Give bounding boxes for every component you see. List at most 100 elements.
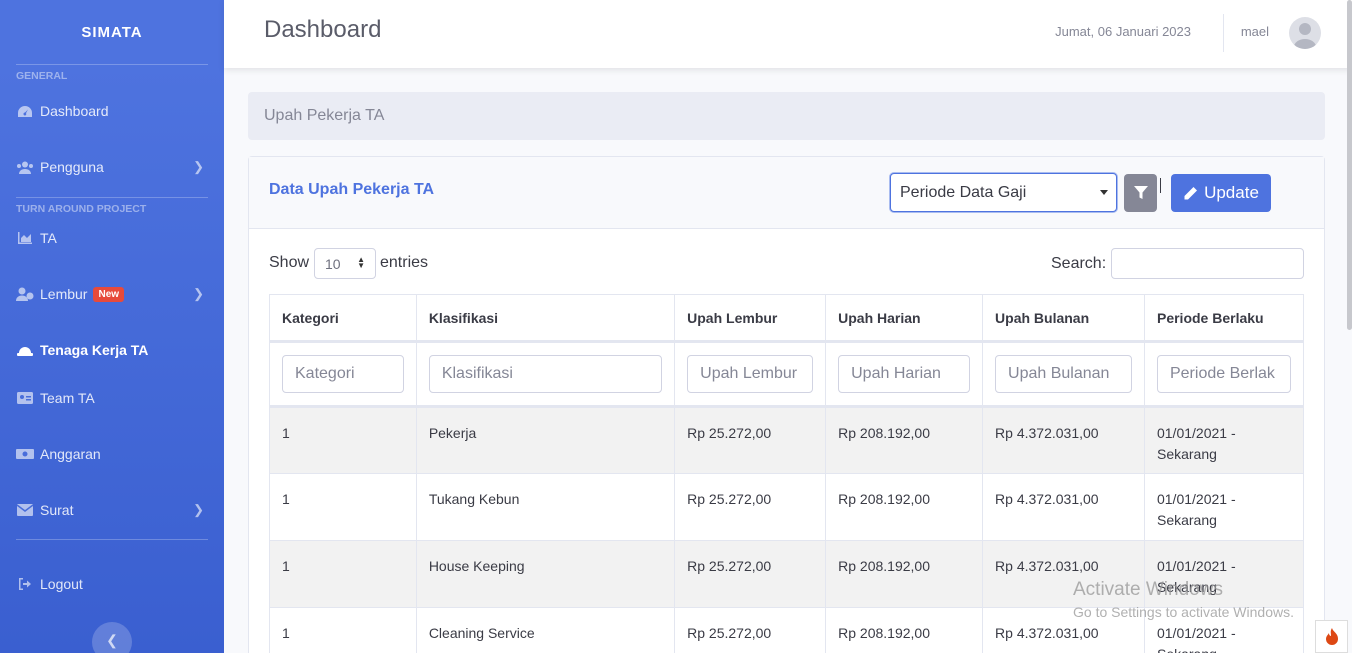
username[interactable]: mael: [1241, 24, 1269, 39]
card-header: Data Upah Pekerja TA Periode Data Gaji U…: [249, 157, 1324, 229]
money-bill-icon: [16, 448, 34, 460]
breadcrumb: Upah Pekerja TA: [248, 92, 1325, 140]
sidebar-item-label: Team TA: [40, 390, 95, 406]
topbar: Dashboard Jumat, 06 Januari 2023 mael: [224, 0, 1352, 68]
cell-upah-lembur: Rp 25.272,00: [674, 406, 827, 474]
sidebar-item-label: Tenaga Kerja TA: [40, 342, 149, 358]
period-select[interactable]: Periode Data Gaji: [890, 173, 1117, 212]
cell-kategori: 1: [269, 473, 417, 541]
table-row: 1 Pekerja Rp 25.272,00 Rp 208.192,00 Rp …: [269, 406, 1305, 474]
cell-upah-bulanan: Rp 4.372.031,00: [982, 406, 1145, 474]
sidebar-item-ta[interactable]: TA: [0, 218, 224, 258]
user-clock-icon: [16, 287, 34, 301]
flame-icon: [1325, 627, 1338, 645]
cell-periode-berlaku: 01/01/2021 - Sekarang: [1143, 406, 1305, 474]
cell-upah-lembur: Rp 25.272,00: [674, 540, 827, 608]
watermark-subtitle: Go to Settings to activate Windows.: [1073, 604, 1294, 620]
sidebar: SIMATA GENERAL Dashboard Pengguna ❯ TURN…: [0, 0, 224, 653]
cell-upah-harian: Rp 208.192,00: [825, 607, 984, 653]
cell-klasifikasi: Cleaning Service: [415, 607, 676, 653]
sidebar-item-surat[interactable]: Surat ❯: [0, 482, 224, 538]
chart-area-icon: [16, 232, 34, 244]
cell-klasifikasi: House Keeping: [415, 540, 676, 608]
sign-out-icon: [16, 578, 34, 590]
column-header-upah-lembur[interactable]: Upah Lembur: [674, 294, 827, 343]
show-label: Show: [269, 254, 310, 271]
table-row: 1 Tukang Kebun Rp 25.272,00 Rp 208.192,0…: [269, 473, 1305, 541]
filter-input-upah-bulanan[interactable]: Upah Bulanan: [995, 355, 1132, 393]
sidebar-item-lembur[interactable]: Lembur New ❯: [0, 258, 224, 330]
column-header-upah-bulanan[interactable]: Upah Bulanan: [982, 294, 1145, 343]
filter-button[interactable]: [1124, 174, 1157, 212]
cell-klasifikasi: Tukang Kebun: [415, 473, 676, 541]
sidebar-item-pengguna[interactable]: Pengguna ❯: [0, 137, 224, 197]
column-header-klasifikasi[interactable]: Klasifikasi: [415, 294, 676, 343]
hard-hat-icon: [16, 344, 34, 356]
cell-periode-berlaku: 01/01/2021 - Sekarang: [1143, 473, 1305, 541]
chevron-right-icon: ❯: [193, 159, 204, 174]
card-title: Data Upah Pekerja TA: [269, 181, 435, 198]
column-header-upah-harian[interactable]: Upah Harian: [825, 294, 984, 343]
filter-cell: Periode Berlak: [1143, 341, 1305, 408]
sidebar-item-team-ta[interactable]: Team TA: [0, 370, 224, 426]
windows-activation-watermark: Activate Windows Go to Settings to activ…: [1073, 579, 1294, 620]
filter-input-kategori[interactable]: Kategori: [282, 355, 404, 393]
filter-input-upah-harian[interactable]: Upah Harian: [838, 355, 971, 393]
sidebar-divider: [16, 539, 208, 540]
filter-input-periode-berlaku[interactable]: Periode Berlak: [1156, 355, 1291, 393]
sidebar-heading-turn-around: TURN AROUND PROJECT: [16, 203, 147, 215]
cell-upah-harian: Rp 208.192,00: [825, 540, 984, 608]
filter-icon: [1133, 186, 1148, 199]
entries-length-value: 10: [325, 256, 341, 272]
cell-upah-harian: Rp 208.192,00: [825, 473, 984, 541]
cell-kategori: 1: [269, 607, 417, 653]
separator-mark: [1160, 178, 1161, 193]
page-title: Dashboard: [264, 16, 382, 43]
filter-cell: Upah Bulanan: [982, 341, 1145, 408]
debug-toolbar-button[interactable]: [1315, 620, 1348, 653]
page-scrollbar[interactable]: [1347, 0, 1352, 330]
sidebar-item-label: Lembur: [40, 286, 88, 302]
filter-cell: Upah Harian: [825, 341, 984, 408]
filter-cell: Kategori: [269, 341, 417, 408]
filter-input-klasifikasi[interactable]: Klasifikasi: [428, 355, 663, 393]
column-header-kategori[interactable]: Kategori: [269, 294, 417, 343]
filter-input-upah-lembur[interactable]: Upah Lembur: [687, 355, 814, 393]
sidebar-item-logout[interactable]: Logout: [0, 564, 224, 604]
users-icon: [16, 161, 34, 174]
new-badge: New: [93, 286, 125, 302]
sidebar-item-label: Dashboard: [40, 103, 109, 119]
entries-length-select[interactable]: 10 ▲ ▼: [314, 248, 376, 279]
brand[interactable]: SIMATA: [0, 0, 224, 64]
envelope-icon: [16, 504, 34, 516]
cell-kategori: 1: [269, 540, 417, 608]
chevron-right-icon: ❯: [193, 286, 204, 301]
topbar-divider: [1223, 14, 1224, 52]
update-button-label: Update: [1204, 183, 1259, 202]
cell-upah-lembur: Rp 25.272,00: [674, 607, 827, 653]
sidebar-divider: [16, 197, 208, 198]
update-button[interactable]: Update: [1171, 174, 1271, 212]
cell-upah-harian: Rp 208.192,00: [825, 406, 984, 474]
cell-upah-lembur: Rp 25.272,00: [674, 473, 827, 541]
watermark-title: Activate Windows: [1073, 579, 1223, 600]
column-header-periode-berlaku[interactable]: Periode Berlaku: [1143, 294, 1305, 343]
cell-upah-bulanan: Rp 4.372.031,00: [982, 473, 1145, 541]
sidebar-divider: [16, 64, 208, 65]
sidebar-heading-general: GENERAL: [16, 70, 68, 82]
search-label: Search:: [1051, 255, 1107, 272]
current-date: Jumat, 06 Januari 2023: [1055, 24, 1191, 39]
caret-down-icon: [1100, 190, 1108, 195]
avatar[interactable]: [1289, 17, 1321, 49]
pencil-icon: [1184, 186, 1198, 199]
entries-label: entries: [380, 254, 429, 271]
sidebar-item-anggaran[interactable]: Anggaran: [0, 426, 224, 482]
chevron-left-icon: ❮: [106, 632, 118, 648]
sidebar-toggle-button[interactable]: ❮: [92, 622, 132, 653]
chevron-right-icon: ❯: [193, 502, 204, 517]
filter-cell: Klasifikasi: [415, 341, 676, 408]
sidebar-item-tenaga-kerja-ta[interactable]: Tenaga Kerja TA: [0, 330, 224, 370]
sidebar-item-dashboard[interactable]: Dashboard: [0, 85, 224, 137]
search-input[interactable]: [1111, 248, 1304, 279]
user-avatar-icon: [1293, 23, 1317, 49]
